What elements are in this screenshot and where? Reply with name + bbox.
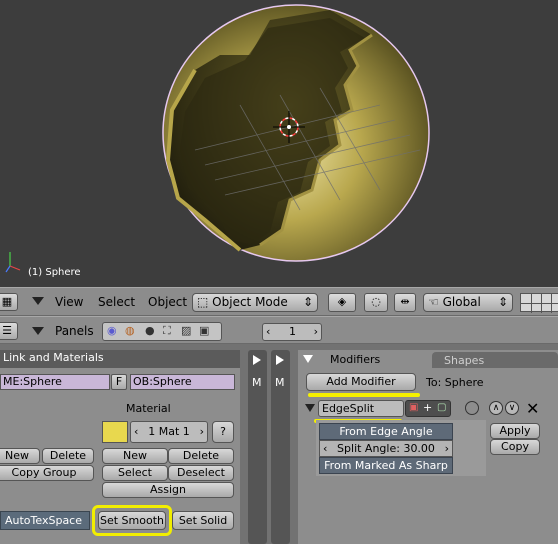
logic-icon[interactable]: ◉	[107, 324, 117, 337]
add-modifier-button[interactable]: Add Modifier	[306, 373, 416, 391]
apply-modifier-button[interactable]: Apply	[490, 423, 540, 439]
delete-material-button[interactable]: Delete	[168, 448, 234, 464]
manipulator-icon[interactable]: ⇹	[394, 293, 416, 312]
scene-icon[interactable]: ▣	[199, 324, 209, 337]
collapse-triangle-icon	[303, 355, 313, 363]
panels-label: Panels	[55, 324, 94, 338]
mesh-name-field[interactable]: ME:Sphere	[0, 374, 110, 390]
buttons-window: Link and Materials ME:Sphere F OB:Sphere…	[0, 344, 558, 544]
move-down-icon[interactable]: ∨	[505, 401, 519, 415]
expand-triangle-icon	[253, 355, 261, 365]
modifier-display-toggles: ▣ + ▢	[405, 400, 451, 417]
collapse-menu-triangle-icon[interactable]	[32, 297, 44, 305]
link-materials-tab[interactable]: Link and Materials	[0, 350, 240, 368]
modifier-name-field[interactable]: EdgeSplit	[318, 400, 404, 417]
right-arrow-icon: ›	[199, 425, 204, 438]
sphere-render	[5, 4, 430, 273]
menu-view[interactable]: View	[55, 295, 83, 309]
editor-type-list-icon[interactable]: ☰	[0, 322, 18, 340]
select-material-button[interactable]: Select	[102, 465, 168, 481]
editor-type-grid-icon[interactable]: ▦	[0, 293, 18, 311]
remove-modifier-icon[interactable]: ✕	[526, 399, 539, 418]
material-help-button[interactable]: ?	[212, 421, 234, 443]
set-smooth-button[interactable]: Set Smooth	[98, 511, 166, 530]
collapse-menu-triangle-icon[interactable]	[32, 327, 44, 335]
left-arrow-icon: ‹	[266, 325, 271, 338]
script-icon[interactable]: ◍	[125, 324, 135, 337]
add-modifier-highlight	[308, 393, 420, 397]
split-angle-field[interactable]: ‹ Split Angle: 30.00 ›	[319, 440, 453, 457]
from-marked-sharp-toggle[interactable]: From Marked As Sharp	[319, 457, 453, 474]
modifier-target-label: To: Sphere	[426, 376, 484, 389]
hand-icon: ☜	[428, 295, 439, 309]
menu-object[interactable]: Object	[148, 295, 187, 309]
copy-modifier-button[interactable]: Copy	[490, 439, 540, 455]
move-up-icon[interactable]: ∧	[489, 401, 503, 415]
delete-group-button[interactable]: Delete	[42, 448, 94, 464]
new-material-button[interactable]: New	[102, 448, 168, 464]
menu-select[interactable]: Select	[98, 295, 135, 309]
pivot-icon[interactable]: ◌	[364, 293, 388, 312]
right-arrow-icon: ›	[444, 442, 449, 455]
frame-field[interactable]: ‹ 1 ›	[262, 323, 322, 341]
left-arrow-icon: ‹	[134, 425, 139, 438]
axis-gizmo	[5, 252, 21, 273]
fake-user-button[interactable]: F	[111, 374, 127, 390]
layer-buttons[interactable]	[520, 293, 558, 313]
cage-toggle-icon[interactable]	[465, 401, 479, 415]
expand-triangle-icon	[276, 355, 284, 365]
editing-icon[interactable]: ▨	[181, 324, 191, 337]
tab-modifiers[interactable]: Modifiers	[298, 350, 430, 368]
copy-group-button[interactable]: Copy Group	[0, 465, 94, 481]
mode-select[interactable]: ⬚ Object Mode ⇕	[192, 293, 318, 312]
material-label: Material	[126, 402, 171, 415]
tab-shapes[interactable]: Shapes	[432, 352, 558, 368]
updown-arrow-icon: ⇕	[497, 295, 508, 309]
autotexspace-toggle[interactable]: AutoTexSpace	[0, 511, 90, 530]
collapsed-panel-strip[interactable]: M	[271, 350, 290, 544]
editmode-toggle-icon[interactable]: ▢	[437, 402, 446, 413]
right-arrow-icon: ›	[313, 325, 318, 338]
realtime-toggle-icon[interactable]: +	[423, 401, 432, 414]
material-color-swatch[interactable]	[102, 421, 128, 443]
modifier-collapse-icon[interactable]	[305, 404, 315, 412]
context-buttons: ◉ ◍ ● ⛶ ▨ ▣	[102, 322, 222, 341]
3d-view-header: ▦ View Select Object ⬚ Object Mode ⇕ ◈ ◌…	[0, 287, 558, 316]
3d-viewport[interactable]: (1) Sphere	[0, 0, 558, 287]
object-mode-icon: ⬚	[197, 295, 209, 309]
render-toggle-icon[interactable]: ▣	[409, 402, 418, 413]
active-object-label: (1) Sphere	[28, 267, 81, 278]
buttons-window-header: ☰ Panels ◉ ◍ ● ⛶ ▨ ▣ ‹ 1 ›	[0, 316, 558, 344]
deselect-material-button[interactable]: Deselect	[168, 465, 234, 481]
assign-material-button[interactable]: Assign	[102, 482, 234, 498]
object-icon[interactable]: ⛶	[163, 324, 171, 338]
new-group-button[interactable]: New	[0, 448, 40, 464]
shading-icon[interactable]: ●	[145, 324, 155, 337]
left-arrow-icon: ‹	[323, 442, 328, 455]
draw-type-icon[interactable]: ◈	[328, 293, 356, 312]
from-edge-angle-toggle[interactable]: From Edge Angle	[319, 423, 453, 440]
material-slot-field[interactable]: ‹ 1 Mat 1 ›	[130, 421, 208, 443]
object-name-field[interactable]: OB:Sphere	[130, 374, 235, 390]
collapsed-panel-strip[interactable]: M	[248, 350, 267, 544]
updown-arrow-icon: ⇕	[302, 295, 313, 309]
set-solid-button[interactable]: Set Solid	[172, 511, 234, 530]
orientation-select[interactable]: ☜ Global ⇕	[423, 293, 513, 312]
